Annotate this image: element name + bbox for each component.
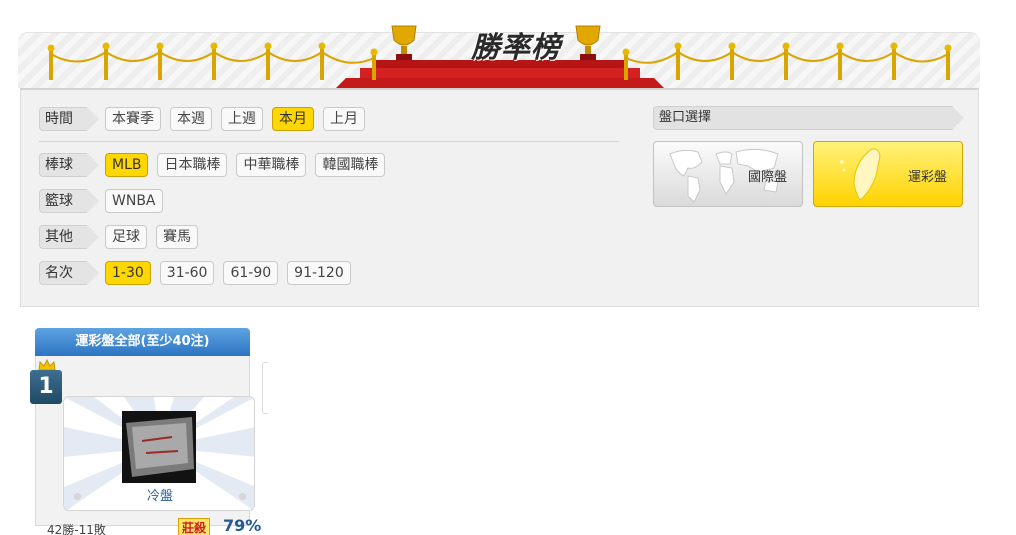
win-loss-record: 42勝-11敗 (47, 523, 106, 535)
trophy-icon (391, 25, 417, 60)
page-title: 勝率榜 (470, 30, 561, 64)
chip-this-month[interactable]: 本月 (272, 107, 314, 131)
chip-cpbl[interactable]: 中華職棒 (236, 153, 307, 177)
win-rate: 79% (223, 516, 262, 535)
chip-rank-91-120[interactable]: 91-120 (287, 261, 351, 285)
international-pan-button[interactable]: 國際盤 (653, 141, 803, 207)
local-pan-button[interactable]: 運彩盤 (813, 141, 963, 207)
avatar-image (126, 417, 194, 477)
chip-this-week[interactable]: 本週 (170, 107, 212, 131)
filter-divider (39, 141, 619, 142)
filter-label-time: 時間 (39, 107, 99, 131)
chip-horse-racing[interactable]: 賽馬 (156, 225, 198, 249)
chip-kbo[interactable]: 韓國職棒 (315, 153, 386, 177)
chip-rank-1-30[interactable]: 1-30 (105, 261, 151, 285)
filter-row-rank: 名次 1-30 31-60 61-90 91-120 (39, 260, 360, 286)
international-pan-label: 國際盤 (748, 170, 788, 185)
chip-last-week[interactable]: 上週 (221, 107, 263, 131)
filter-label-rank: 名次 (39, 261, 99, 285)
filter-row-other: 其他 足球 賽馬 (39, 224, 207, 250)
filter-row-baseball: 棒球 MLB 日本職棒 中華職棒 韓國職棒 (39, 152, 394, 178)
scroll-bracket (262, 362, 268, 414)
pan-select-header: 盤口選擇 (653, 106, 964, 130)
status-badge: 莊殺 (178, 518, 211, 535)
player-name[interactable]: 冷盤 (64, 485, 254, 504)
filter-row-basketball: 籃球 WNBA (39, 188, 172, 214)
trophy-icon (575, 25, 601, 60)
filter-label-basketball: 籃球 (39, 189, 99, 213)
chip-mlb[interactable]: MLB (105, 153, 149, 177)
filter-row-time: 時間 本賽季 本週 上週 本月 上月 (39, 106, 374, 132)
leaderboard-card: 運彩盤全部(至少40注) 冷盤 42勝-11敗 莊殺 79% 1 (20, 328, 261, 535)
local-pan-label: 運彩盤 (908, 170, 948, 185)
filter-label-other: 其他 (39, 225, 99, 249)
filter-panel: 時間 本賽季 本週 上週 本月 上月 棒球 MLB 日本職棒 中華職棒 韓國職棒… (20, 88, 979, 307)
player-photo-frame: 冷盤 (63, 396, 255, 511)
rank-badge: 1 (30, 370, 62, 404)
chip-rank-61-90[interactable]: 61-90 (223, 261, 279, 285)
player-avatar[interactable] (122, 411, 196, 483)
leaderboard-entry[interactable]: 冷盤 42勝-11敗 莊殺 79% (35, 356, 261, 535)
chip-rank-31-60[interactable]: 31-60 (159, 261, 215, 285)
filter-label-baseball: 棒球 (39, 153, 99, 177)
chip-soccer[interactable]: 足球 (105, 225, 147, 249)
leaderboard-header: 運彩盤全部(至少40注) (35, 328, 250, 356)
chip-wnba[interactable]: WNBA (105, 189, 163, 213)
winrate-banner: 勝率榜 (18, 20, 980, 88)
chip-last-month[interactable]: 上月 (323, 107, 365, 131)
chip-npb[interactable]: 日本職棒 (157, 153, 228, 177)
pan-select-label: 盤口選擇 (653, 106, 964, 130)
chip-season[interactable]: 本賽季 (105, 107, 161, 131)
